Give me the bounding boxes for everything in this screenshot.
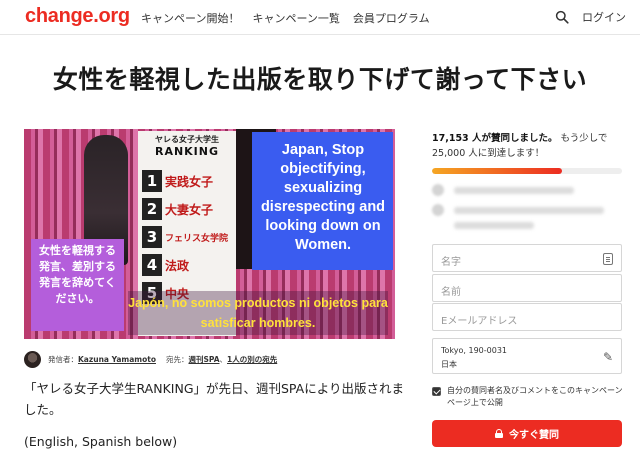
ranking-number: 3 bbox=[142, 226, 162, 248]
contact-card-icon bbox=[603, 253, 613, 265]
signer-count: 17,153 人が賛同しました。 もう少しで 25,000 人に到達します！ bbox=[432, 131, 632, 161]
last-name-field[interactable]: 名字 bbox=[432, 244, 622, 272]
recent-signer-row bbox=[432, 219, 534, 231]
public-consent-label: 自分の賛同者名及びコメントをこのキャンペーンページ上で公開 bbox=[447, 386, 623, 407]
ranking-number: 4 bbox=[142, 254, 162, 276]
edit-pencil-icon[interactable]: ✎ bbox=[603, 350, 613, 364]
other-recipient-link[interactable]: 1人の別の宛先 bbox=[227, 354, 277, 365]
ranking-label: 実践女子 bbox=[165, 174, 214, 189]
first-name-placeholder: 名前 bbox=[441, 287, 461, 298]
location-field[interactable]: Tokyo, 190-0031 日本 ✎ bbox=[432, 338, 622, 374]
japanese-message-box: 女性を軽視する発言、差別する発言を辞めてください。 bbox=[31, 239, 124, 331]
english-message-box: Japan, Stop objectifying, sexualizing di… bbox=[252, 132, 393, 270]
sign-now-label: 今すぐ賛同 bbox=[509, 430, 559, 441]
avatar[interactable] bbox=[24, 350, 41, 368]
recent-signer-text bbox=[454, 186, 574, 194]
change-org-logo[interactable]: change.org bbox=[25, 5, 130, 28]
spanish-message-box: Japón, no somos productos ni objetos par… bbox=[128, 291, 388, 335]
sender-label: 発信者： bbox=[48, 354, 78, 364]
spanish-message: Japón, no somos productos ni objetos par… bbox=[128, 296, 388, 330]
ranking-label: フェリス女学院 bbox=[165, 233, 229, 244]
sender-name-link[interactable]: Kazuna Yamamoto bbox=[78, 355, 156, 364]
email-field[interactable]: Eメールアドレス bbox=[432, 303, 622, 331]
recent-signer-row bbox=[432, 204, 604, 216]
last-name-placeholder: 名字 bbox=[441, 257, 461, 268]
recent-signer-avatar bbox=[432, 204, 444, 216]
first-name-field[interactable]: 名前 bbox=[432, 274, 622, 302]
petition-image: ヤレる女子大学生 RANKING 1 実践女子 2 大妻女子 3 フェリス女学院… bbox=[24, 129, 395, 339]
ranking-item: 4 法政 bbox=[142, 253, 234, 277]
recent-signer-text bbox=[454, 221, 534, 229]
english-message: Japan, Stop objectifying, sexualizing di… bbox=[260, 142, 386, 253]
nav-membership[interactable]: 会員プログラム bbox=[353, 10, 430, 26]
petition-byline: 発信者： Kazuna Yamamoto 宛先： 週刊SPA 、 1人の別の宛先 bbox=[24, 350, 277, 368]
recipient-separator: 、 bbox=[219, 354, 228, 364]
location-city: Tokyo, 190-0031 bbox=[441, 346, 507, 355]
petition-body-text: 「ヤレる女子大学生RANKING」が先日、週刊SPAにより出版されました。 bbox=[24, 381, 404, 417]
ranking-label: 大妻女子 bbox=[165, 202, 214, 217]
signer-count-tail: もう少しで bbox=[560, 133, 608, 144]
main-nav: キャンペーン開始！ キャンペーン一覧 会員プログラム bbox=[141, 10, 430, 26]
ranking-item: 3 フェリス女学院 bbox=[142, 225, 234, 249]
email-placeholder: Eメールアドレス bbox=[441, 316, 518, 327]
public-consent-checkbox-row[interactable]: 自分の賛同者名及びコメントをこのキャンペーンページ上で公開 bbox=[432, 385, 627, 409]
top-navigation-bar: change.org キャンペーン開始！ キャンペーン一覧 会員プログラム ログ… bbox=[0, 0, 640, 35]
progress-fill bbox=[432, 168, 563, 174]
ranking-title: RANKING bbox=[154, 145, 220, 158]
nav-start-campaign[interactable]: キャンペーン開始！ bbox=[141, 10, 239, 26]
search-icon[interactable] bbox=[555, 10, 569, 24]
signer-count-number: 17,153 人が賛同しました。 bbox=[432, 133, 558, 144]
recent-signer-avatar bbox=[432, 184, 444, 196]
recent-signer-text bbox=[454, 206, 604, 214]
ranking-number: 2 bbox=[142, 198, 162, 220]
recipient-label: 宛先： bbox=[165, 354, 189, 364]
recent-signer-row bbox=[432, 184, 574, 196]
petition-language-note: (English, Spanish below) bbox=[24, 434, 178, 449]
ranking-label: 法政 bbox=[165, 258, 190, 273]
sign-now-button[interactable]: 今すぐ賛同 bbox=[432, 420, 622, 447]
ranking-item: 2 大妻女子 bbox=[142, 197, 234, 221]
ranking-number: 1 bbox=[142, 170, 162, 192]
public-consent-checkbox[interactable] bbox=[432, 387, 441, 396]
ranking-item: 1 実践女子 bbox=[142, 169, 234, 193]
ranking-subtitle: ヤレる女子大学生 bbox=[155, 135, 219, 144]
recipient-link[interactable]: 週刊SPA bbox=[188, 354, 219, 365]
ranking-header: ヤレる女子大学生 RANKING bbox=[138, 131, 236, 163]
nav-campaign-list[interactable]: キャンペーン一覧 bbox=[252, 10, 339, 26]
location-country: 日本 bbox=[441, 360, 457, 369]
lock-icon bbox=[495, 429, 503, 438]
signature-progress-bar bbox=[432, 168, 622, 174]
signer-goal: 25,000 人に到達します！ bbox=[432, 148, 545, 159]
petition-title: 女性を軽視した出版を取り下げて謝って下さい bbox=[52, 65, 588, 94]
login-link[interactable]: ログイン bbox=[582, 9, 626, 25]
japanese-message: 女性を軽視する発言、差別する発言を辞めてください。 bbox=[39, 244, 116, 305]
